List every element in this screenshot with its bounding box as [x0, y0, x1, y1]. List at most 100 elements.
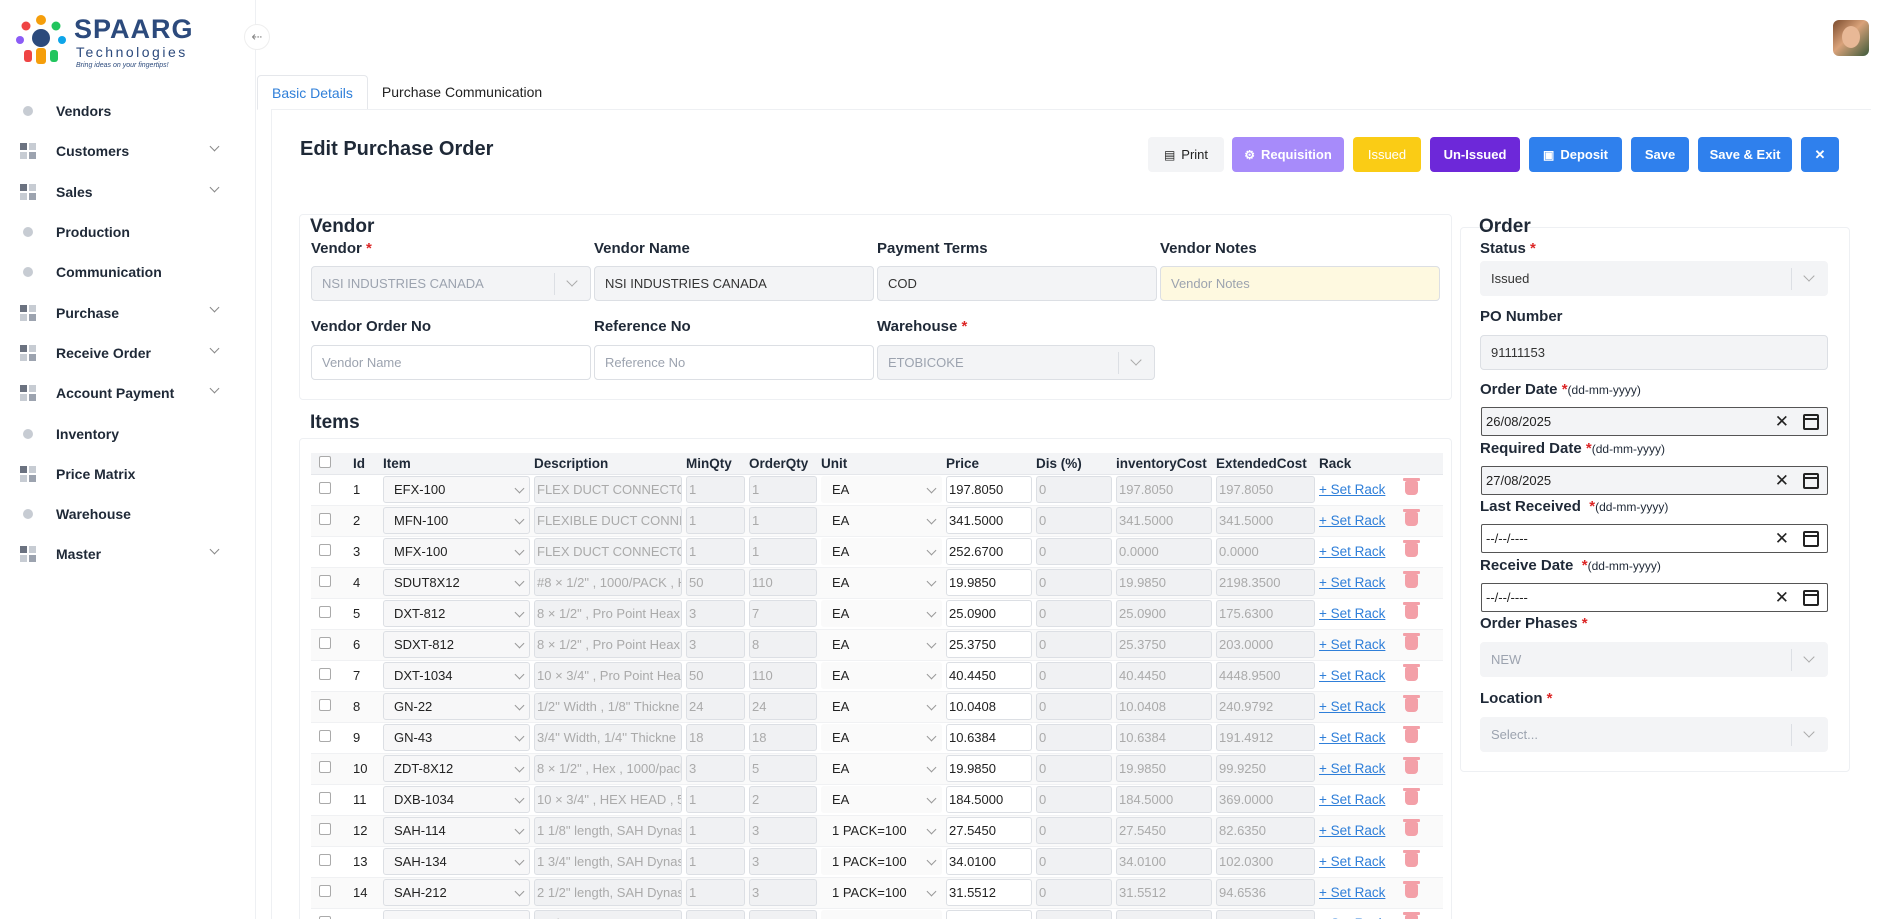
save-exit-button[interactable]: Save & Exit — [1698, 137, 1792, 172]
row-checkbox[interactable] — [319, 637, 331, 649]
set-rack-link[interactable]: + Set Rack — [1319, 482, 1385, 497]
row-checkbox[interactable] — [319, 544, 331, 556]
order-qty-field[interactable]: 18 — [749, 724, 817, 751]
unit-select[interactable]: EA — [821, 724, 942, 751]
unit-select[interactable]: EA — [821, 600, 942, 627]
item-select[interactable]: SAH-114 — [383, 817, 530, 844]
select-all-checkbox[interactable] — [319, 455, 331, 468]
set-rack-link[interactable]: + Set Rack — [1319, 544, 1385, 559]
unit-select[interactable]: EA — [821, 910, 942, 919]
row-select-cell[interactable] — [311, 753, 351, 785]
price-field[interactable]: 10.6384 — [946, 724, 1032, 751]
sidebar-item-receive-order[interactable]: Receive Order — [0, 333, 240, 373]
description-field[interactable]: 1 3/4" length, SAH Dynas — [534, 848, 682, 875]
requisition-button[interactable]: ⚙ Requisition — [1232, 137, 1344, 172]
min-qty-field[interactable]: 50 — [686, 569, 745, 596]
description-field[interactable]: FLEX DUCT CONNECTOR — [534, 476, 682, 503]
item-select[interactable]: SAH-212 — [383, 879, 530, 906]
set-rack-link[interactable]: + Set Rack — [1319, 575, 1385, 590]
row-checkbox[interactable] — [319, 575, 331, 587]
price-field[interactable]: 5.0000 — [946, 910, 1032, 919]
row-select-cell[interactable] — [311, 908, 351, 919]
sidebar-item-sales[interactable]: Sales — [0, 172, 240, 212]
price-field[interactable]: 10.0408 — [946, 693, 1032, 720]
unit-select[interactable]: EA — [821, 786, 942, 813]
order-qty-field[interactable]: 7 — [749, 600, 817, 627]
vendor-select[interactable]: NSI INDUSTRIES CANADA — [311, 266, 591, 301]
row-select-cell[interactable] — [311, 629, 351, 661]
tab-basic-details[interactable]: Basic Details — [257, 75, 368, 110]
item-select[interactable]: SAH-134 — [383, 848, 530, 875]
calendar-icon[interactable] — [1803, 590, 1819, 606]
order-qty-field[interactable]: 3 — [749, 848, 817, 875]
trash-icon[interactable] — [1403, 478, 1420, 495]
min-qty-field[interactable]: 3 — [686, 631, 745, 658]
set-rack-link[interactable]: + Set Rack — [1319, 730, 1385, 745]
unit-select[interactable]: EA — [821, 693, 942, 720]
description-field[interactable]: 8 × 1/2" , Hex , 1000/pack — [534, 755, 682, 782]
reference-field[interactable]: Reference No — [594, 345, 874, 380]
row-checkbox[interactable] — [319, 792, 331, 804]
price-field[interactable]: 34.0100 — [946, 848, 1032, 875]
order-qty-field[interactable]: 2 — [749, 786, 817, 813]
sidebar-item-communication[interactable]: Communication — [0, 252, 240, 292]
order-qty-field[interactable]: 110 — [749, 662, 817, 689]
description-field[interactable]: 1/2'' Width , 1/8" Thickne — [534, 693, 682, 720]
row-checkbox[interactable] — [319, 823, 331, 835]
min-qty-field[interactable]: 1 — [686, 538, 745, 565]
description-field[interactable]: 1 1/8" length, SAH Dynast — [534, 817, 682, 844]
item-select[interactable]: ZDT-8X12 — [383, 755, 530, 782]
row-checkbox[interactable] — [319, 482, 331, 494]
order-date-field[interactable]: 26/08/2025 ✕ — [1481, 407, 1828, 436]
price-field[interactable]: 25.3750 — [946, 631, 1032, 658]
trash-icon[interactable] — [1403, 664, 1420, 681]
price-field[interactable]: 40.4450 — [946, 662, 1032, 689]
row-select-cell[interactable] — [311, 722, 351, 754]
unit-select[interactable]: EA — [821, 631, 942, 658]
sidebar-item-account-payment[interactable]: Account Payment — [0, 373, 240, 413]
item-select[interactable]: ML-125 — [383, 910, 530, 919]
row-checkbox[interactable] — [319, 730, 331, 742]
discount-field[interactable]: 0 — [1036, 600, 1112, 627]
item-select[interactable]: SDUT8X12 — [383, 569, 530, 596]
close-button[interactable]: ✕ — [1801, 137, 1839, 172]
item-select[interactable]: GN-43 — [383, 724, 530, 751]
row-checkbox[interactable] — [319, 606, 331, 618]
row-select-cell[interactable] — [311, 536, 351, 568]
set-rack-link[interactable]: + Set Rack — [1319, 823, 1385, 838]
discount-field[interactable]: 0 — [1036, 507, 1112, 534]
unit-select[interactable]: EA — [821, 569, 942, 596]
row-select-cell[interactable] — [311, 474, 351, 506]
price-field[interactable]: 19.9850 — [946, 569, 1032, 596]
unit-select[interactable]: EA — [821, 755, 942, 782]
discount-field[interactable]: 0 — [1036, 662, 1112, 689]
sidebar-collapse-button[interactable]: ⇠ — [244, 24, 270, 50]
unit-select[interactable]: 1 PACK=100 — [821, 817, 942, 844]
select-all-cell[interactable] — [311, 453, 351, 475]
discount-field[interactable]: 0 — [1036, 538, 1112, 565]
order-qty-field[interactable]: 3 — [749, 879, 817, 906]
discount-field[interactable]: 0 — [1036, 879, 1112, 906]
last-received-field[interactable]: --/--/---- ✕ — [1481, 524, 1828, 553]
set-rack-link[interactable]: + Set Rack — [1319, 761, 1385, 776]
user-avatar[interactable] — [1833, 20, 1869, 56]
item-select[interactable]: EFX-100 — [383, 476, 530, 503]
discount-field[interactable]: 0 — [1036, 910, 1112, 919]
description-field[interactable]: FLEXIBLE DUCT CONNEC — [534, 507, 682, 534]
row-select-cell[interactable] — [311, 784, 351, 816]
po-number-field[interactable]: 91111153 — [1480, 335, 1828, 370]
order-qty-field[interactable]: 24 — [749, 693, 817, 720]
row-checkbox[interactable] — [319, 854, 331, 866]
order-qty-field[interactable] — [749, 910, 817, 919]
description-field[interactable]: 8 × 1/2" , Pro Point Heax — [534, 631, 682, 658]
order-qty-field[interactable]: 3 — [749, 817, 817, 844]
sidebar-item-inventory[interactable]: Inventory — [0, 413, 240, 453]
receive-date-field[interactable]: --/--/---- ✕ — [1481, 583, 1828, 612]
trash-icon[interactable] — [1403, 633, 1420, 650]
min-qty-field[interactable]: 3 — [686, 755, 745, 782]
row-select-cell[interactable] — [311, 660, 351, 692]
deposit-button[interactable]: ▣ Deposit — [1529, 137, 1622, 172]
status-select[interactable]: Issued — [1480, 261, 1828, 296]
min-qty-field[interactable]: 24 — [686, 693, 745, 720]
trash-icon[interactable] — [1403, 881, 1420, 898]
